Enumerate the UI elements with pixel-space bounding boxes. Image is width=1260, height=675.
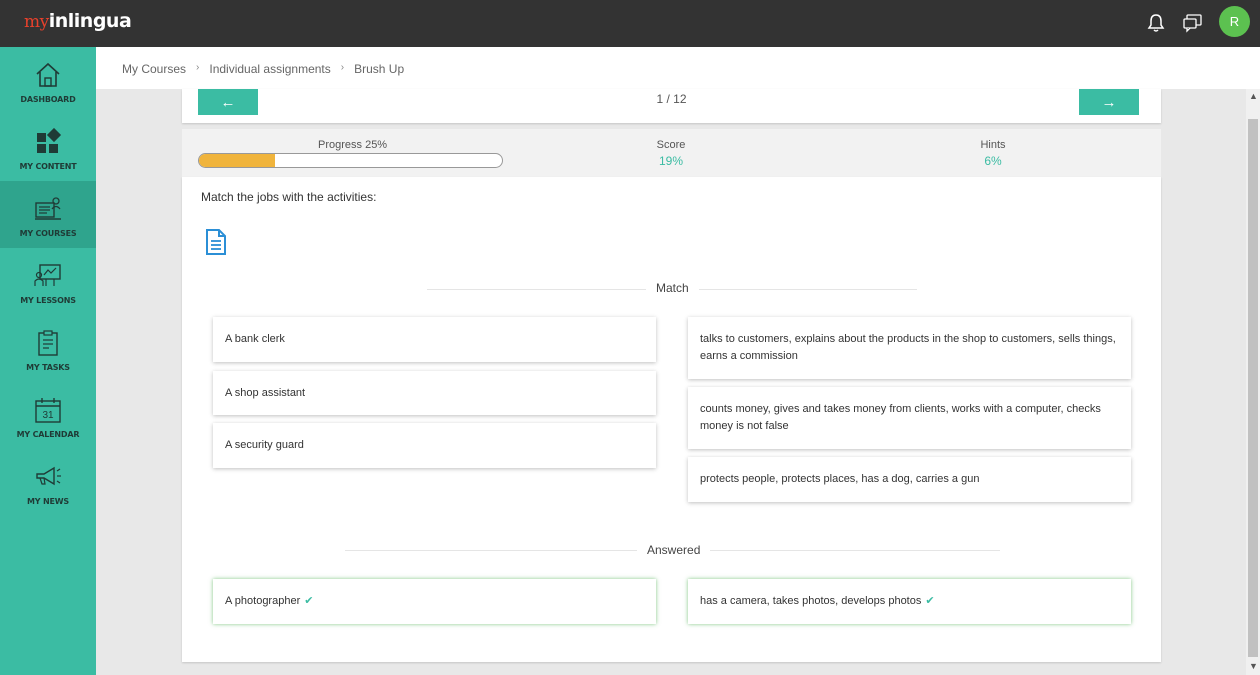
bell-icon[interactable] <box>1145 12 1167 34</box>
job-item-security-guard[interactable]: A security guard <box>213 423 656 468</box>
answered-job-item: A photographer ✔ <box>213 579 656 624</box>
activity-item-2[interactable]: counts money, gives and takes money from… <box>688 387 1131 449</box>
sidebar-item-dashboard[interactable]: DASHBOARD <box>0 47 96 114</box>
answered-activity-item: has a camera, takes photos, develops pho… <box>688 579 1131 624</box>
job-item-shop-assistant[interactable]: A shop assistant <box>213 371 656 415</box>
sidebar-item-my-lessons[interactable]: MY LESSONS <box>0 248 96 315</box>
breadcrumb-individual-assignments[interactable]: Individual assignments <box>209 62 330 76</box>
courses-icon <box>35 197 61 220</box>
score-value: 19% <box>658 154 684 168</box>
job-text: A security guard <box>225 439 304 451</box>
exercise-navigation: ← 1 / 12 → <box>182 89 1161 123</box>
sidebar-item-my-calendar[interactable]: 31 MY CALENDAR <box>0 382 96 449</box>
next-button[interactable]: → <box>1079 89 1139 115</box>
hints-value: 6% <box>984 154 1002 168</box>
activity-item-3[interactable]: protects people, protects places, has a … <box>688 457 1131 502</box>
chat-icon[interactable] <box>1182 12 1204 34</box>
answered-activity-text: has a camera, takes photos, develops pho… <box>700 595 922 607</box>
activity-text: protects people, protects places, has a … <box>700 473 980 485</box>
breadcrumb-separator: › <box>340 62 345 73</box>
sidebar-item-label: MY CONTENT <box>19 162 77 171</box>
grid-icon <box>37 128 62 153</box>
breadcrumb-separator: › <box>196 62 200 73</box>
job-item-bank-clerk[interactable]: A bank clerk <box>213 317 656 362</box>
page-counter: 1 / 12 <box>656 92 687 106</box>
breadcrumb: My Courses › Individual assignments › Br… <box>122 62 404 76</box>
progress-bar <box>198 153 503 168</box>
answered-job-text: A photographer <box>225 595 301 607</box>
hints-stat[interactable]: Hints 6% <box>953 139 1033 168</box>
document-icon[interactable] <box>205 229 227 255</box>
page-scrollbar[interactable]: ▲ ▼ <box>1246 89 1260 675</box>
top-bar: myinlingua R <box>0 0 1260 47</box>
activity-text: counts money, gives and takes money from… <box>700 403 1101 432</box>
check-icon: ✔ <box>304 595 314 607</box>
score-label: Score <box>656 139 686 151</box>
scroll-up-arrow-icon[interactable]: ▲ <box>1249 91 1258 101</box>
sidebar-item-my-tasks[interactable]: MY TASKS <box>0 315 96 382</box>
progress-fill <box>199 154 275 167</box>
activity-text: talks to customers, explains about the p… <box>700 333 1116 362</box>
sidebar-item-label: DASHBOARD <box>20 95 76 104</box>
lessons-icon <box>34 264 61 286</box>
sidebar-item-my-content[interactable]: MY CONTENT <box>0 114 96 181</box>
breadcrumb-bar: My Courses › Individual assignments › Br… <box>96 47 1260 89</box>
sidebar-item-label: MY NEWS <box>27 497 69 506</box>
breadcrumb-my-courses[interactable]: My Courses <box>122 62 186 76</box>
sidebar-item-label: MY TASKS <box>26 363 70 372</box>
scroll-down-arrow-icon[interactable]: ▼ <box>1249 661 1258 671</box>
exercise-instruction: Match the jobs with the activities: <box>201 190 377 204</box>
home-icon <box>36 62 60 87</box>
stats-panel: Progress 25% Score 19% Hints 6% <box>182 129 1161 177</box>
progress-label: Progress 25% <box>318 139 388 151</box>
sidebar-item-my-courses[interactable]: MY COURSES <box>0 181 96 248</box>
match-section-title: Match <box>646 281 699 295</box>
exercise-card: Match the jobs with the activities: Matc… <box>182 177 1161 662</box>
tasks-icon <box>38 330 58 356</box>
hints-label: Hints <box>980 139 1006 151</box>
app-logo[interactable]: myinlingua <box>24 10 132 32</box>
breadcrumb-brush-up[interactable]: Brush Up <box>354 62 404 76</box>
job-text: A bank clerk <box>225 333 285 345</box>
user-avatar[interactable]: R <box>1219 6 1250 37</box>
sidebar-item-label: MY COURSES <box>19 229 77 238</box>
answered-section-title: Answered <box>637 543 711 557</box>
check-icon: ✔ <box>925 595 935 607</box>
score-stat: Score 19% <box>631 139 711 168</box>
sidebar-item-label: MY CALENDAR <box>16 430 80 439</box>
sidebar-item-label: MY LESSONS <box>20 296 76 305</box>
sidebar: DASHBOARD MY CONTENT MY COURSES MY LESSO… <box>0 47 96 675</box>
job-text: A shop assistant <box>225 386 306 399</box>
sidebar-item-my-news[interactable]: MY NEWS <box>0 449 96 516</box>
svg-text:31: 31 <box>42 410 54 421</box>
scroll-thumb[interactable] <box>1248 119 1258 657</box>
megaphone-icon <box>36 466 61 486</box>
activity-item-1[interactable]: talks to customers, explains about the p… <box>688 317 1131 379</box>
calendar-icon: 31 <box>35 398 61 423</box>
